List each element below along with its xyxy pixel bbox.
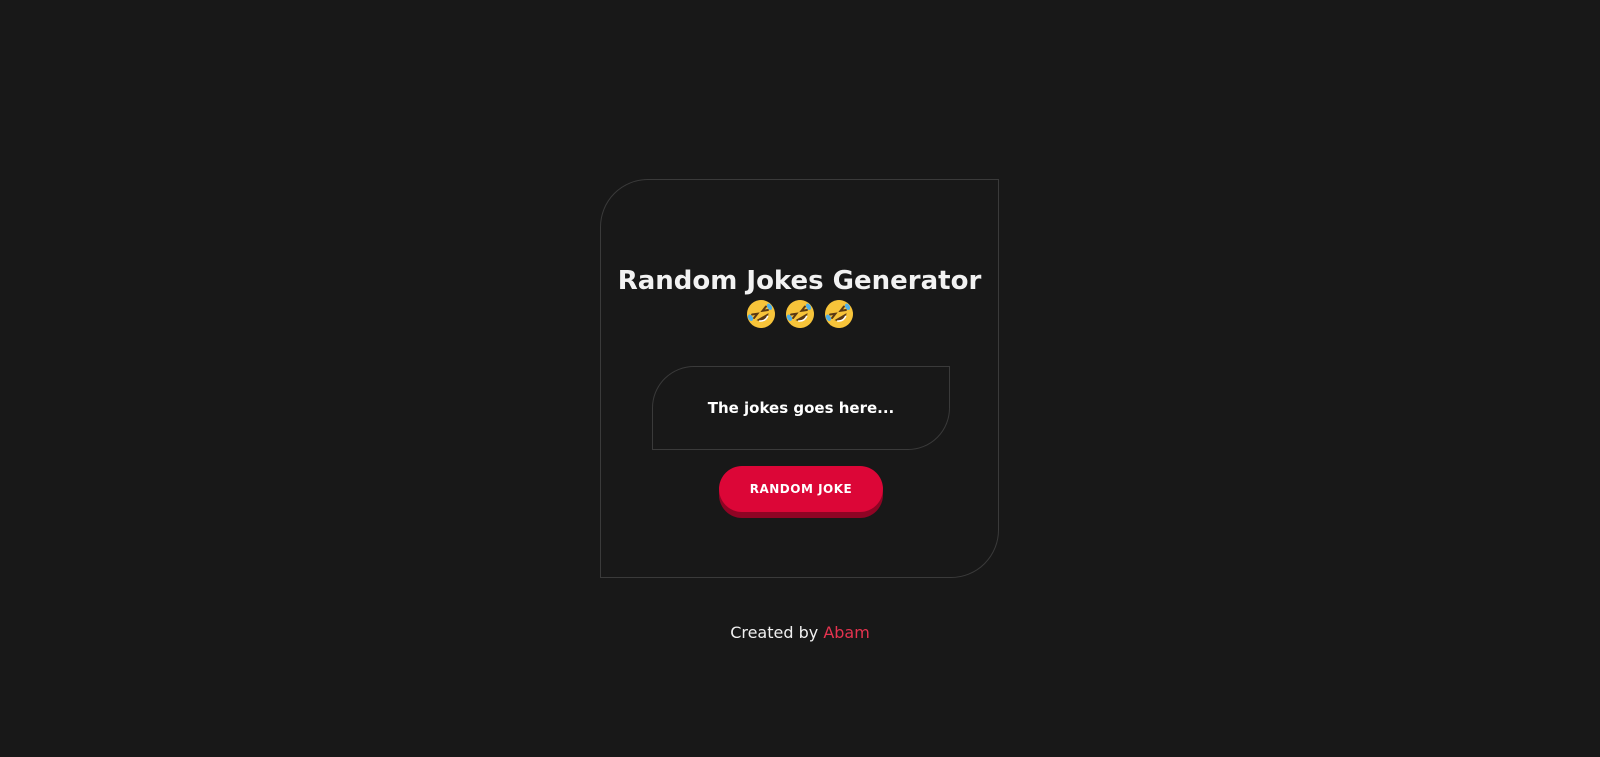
footer-prefix: Created by [730, 623, 819, 642]
joke-text: The jokes goes here... [707, 399, 895, 417]
rolling-on-floor-laughing-icon [785, 300, 814, 328]
joke-card: Random Jokes Generator The jokes goes he… [600, 179, 999, 578]
joke-display: The jokes goes here... [652, 366, 950, 450]
page: Random Jokes Generator The jokes goes he… [0, 0, 1600, 757]
footer: Created by Abam [0, 623, 1600, 642]
rolling-on-floor-laughing-icon [746, 300, 775, 328]
emoji-row [601, 298, 998, 338]
rolling-on-floor-laughing-icon [824, 300, 853, 328]
random-joke-button[interactable]: RANDOM JOKE [719, 466, 883, 512]
author-link[interactable]: Abam [823, 623, 870, 642]
page-title: Random Jokes Generator [617, 266, 982, 296]
